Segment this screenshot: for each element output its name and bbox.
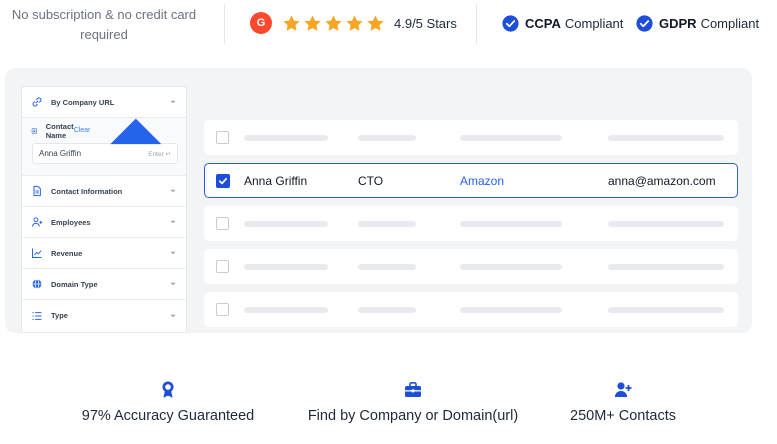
- company-link[interactable]: Amazon: [460, 174, 504, 189]
- placeholder-bar: [608, 221, 724, 227]
- no-credit-card-line-2: required: [80, 27, 128, 42]
- contact-name-value: Anna Griffin: [39, 149, 82, 158]
- placeholder-bar: [608, 307, 724, 313]
- placeholder-bar: [244, 135, 328, 141]
- chevron-down-icon: [170, 220, 176, 224]
- filter-employees[interactable]: Employees: [22, 207, 186, 238]
- placeholder-bar: [608, 264, 724, 270]
- filter-type[interactable]: Type: [22, 300, 186, 331]
- placeholder-bar: [244, 221, 328, 227]
- row-checkbox[interactable]: [216, 303, 229, 316]
- filter-label: Type: [51, 311, 68, 320]
- result-row-placeholder[interactable]: [204, 249, 738, 284]
- clear-button[interactable]: Clear: [74, 127, 91, 134]
- result-row-selected[interactable]: Anna Griffin CTO Amazon anna@amazon.com: [204, 163, 738, 198]
- result-row-placeholder[interactable]: [204, 206, 738, 241]
- email-cell: anna@amazon.com: [608, 174, 716, 188]
- filter-label: Domain Type: [51, 279, 98, 289]
- placeholder-bar: [358, 264, 416, 270]
- placeholder-bar: [460, 221, 562, 227]
- row-checkbox[interactable]: [216, 217, 229, 230]
- chevron-down-icon: [170, 251, 176, 255]
- filter-label: Contact Information: [51, 186, 123, 196]
- user-plus-icon: [31, 217, 43, 227]
- feature-text: 250M+ Contacts: [570, 408, 676, 424]
- g2-rating: G 4.9/5 Stars: [250, 11, 457, 35]
- contact-card-icon: [31, 127, 37, 134]
- list-icon: [32, 311, 42, 320]
- chart-line-icon: [32, 248, 42, 258]
- no-credit-card-note: No subscription & no credit card require…: [4, 5, 204, 45]
- link-icon: [32, 97, 42, 107]
- rating-stars: [282, 14, 385, 33]
- placeholder-bar: [358, 307, 416, 313]
- placeholder-bar: [358, 221, 416, 227]
- feature-accuracy: 97% Accuracy Guaranteed: [68, 380, 268, 424]
- check-badge-icon: [636, 14, 653, 32]
- placeholder-bar: [358, 135, 416, 141]
- placeholder-bar: [460, 135, 562, 141]
- trust-bar: No subscription & no credit card require…: [0, 0, 777, 48]
- g2-logo-icon: G: [250, 12, 272, 34]
- placeholder-bar: [244, 307, 328, 313]
- chevron-down-icon: [170, 314, 176, 317]
- row-checkbox-checked[interactable]: [216, 174, 230, 188]
- chevron-up-icon: [110, 118, 162, 144]
- star-icon: [304, 14, 321, 31]
- globe-icon: [32, 279, 42, 289]
- chevron-down-icon: [170, 189, 176, 193]
- filter-sidebar: By Company URL Contact Name Clear Anna G…: [21, 86, 187, 333]
- filter-domain-type[interactable]: Domain Type: [22, 269, 186, 300]
- gdpr-badge: GDPR Compliant: [636, 13, 759, 33]
- placeholder-bar: [608, 135, 724, 141]
- check-badge-icon: [502, 14, 519, 32]
- no-credit-card-line-1: No subscription & no credit card: [11, 7, 197, 22]
- feature-contacts: 250M+ Contacts: [553, 380, 693, 424]
- briefcase-icon: [405, 382, 421, 397]
- feature-find-by-company: Find by Company or Domain(url): [298, 380, 528, 424]
- filter-label: Revenue: [51, 248, 83, 258]
- star-icon: [325, 14, 342, 31]
- contact-name-cell: Anna Griffin: [244, 174, 308, 188]
- checkmark-icon: [218, 177, 228, 185]
- filter-label: Contact Name: [45, 121, 74, 140]
- gdpr-compliant-text: Compliant: [700, 15, 760, 31]
- placeholder-bar: [460, 307, 562, 313]
- divider: [476, 4, 477, 44]
- document-icon: [33, 185, 41, 197]
- filter-contact-name: Contact Name Clear Anna Griffin Enter ↵: [22, 118, 186, 176]
- ccpa-compliant-text: Compliant: [564, 15, 624, 31]
- enter-hint: Enter ↵: [148, 150, 171, 158]
- chevron-down-icon: [170, 282, 176, 286]
- row-checkbox[interactable]: [216, 131, 229, 144]
- filter-revenue[interactable]: Revenue: [22, 238, 186, 269]
- result-row-placeholder[interactable]: [204, 292, 738, 327]
- feature-text: 97% Accuracy Guaranteed: [81, 408, 255, 424]
- job-title-cell: CTO: [358, 174, 384, 188]
- rating-text: 4.9/5 Stars: [394, 15, 457, 31]
- contact-name-header[interactable]: Contact Name Clear: [31, 118, 177, 144]
- star-icon: [346, 14, 363, 31]
- user-add-icon: [614, 382, 632, 397]
- row-checkbox[interactable]: [216, 260, 229, 273]
- filter-label: Employees: [51, 217, 91, 227]
- star-icon: [283, 14, 300, 31]
- feature-text: Find by Company or Domain(url): [307, 408, 519, 424]
- ccpa-badge: CCPA Compliant: [502, 13, 623, 33]
- star-icon: [367, 14, 384, 31]
- result-row-placeholder[interactable]: [204, 120, 738, 155]
- placeholder-bar: [244, 264, 328, 270]
- award-icon: [162, 381, 174, 398]
- filter-contact-information[interactable]: Contact Information: [22, 176, 186, 207]
- divider: [224, 4, 225, 44]
- placeholder-bar: [460, 264, 562, 270]
- ccpa-label: CCPA: [525, 15, 561, 31]
- gdpr-label: GDPR: [659, 15, 697, 31]
